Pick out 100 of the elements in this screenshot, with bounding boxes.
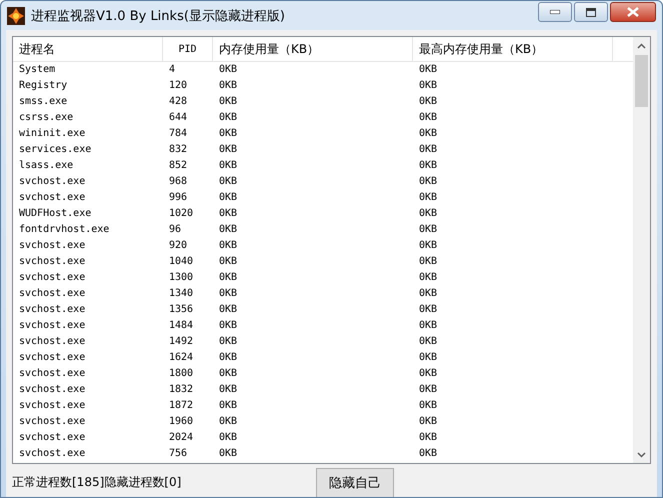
table-cell-text: 644 <box>168 111 188 125</box>
close-icon <box>627 7 639 17</box>
table-cell-text: 0KB <box>218 447 238 461</box>
table-cell-text: 0KB <box>218 207 238 221</box>
table-cell-text: 0KB <box>218 287 238 301</box>
table-cell-text: 0KB <box>418 143 438 157</box>
table-cell-text: 1872 <box>168 399 194 413</box>
column-header[interactable]: 进程名 <box>13 37 163 61</box>
table-cell-text: 96 <box>168 223 182 237</box>
table-cell-text: 4 <box>168 63 176 77</box>
table-cell-text: svchost.exe <box>18 351 86 365</box>
table-cell-text: 0KB <box>418 95 438 109</box>
table-cell-text: 1356 <box>168 303 194 317</box>
table-cell-text: 428 <box>168 95 188 109</box>
table-cell-text: 0KB <box>418 415 438 429</box>
table-cell-text: svchost.exe <box>18 191 86 205</box>
table-cell-text: 0KB <box>418 127 438 141</box>
scrollbar[interactable] <box>633 37 650 463</box>
table-cell-text: 0KB <box>418 367 438 381</box>
table-cell-text: System <box>18 63 56 77</box>
table-cell-text: lsass.exe <box>18 159 74 173</box>
table-cell-text: 1492 <box>168 335 194 349</box>
table-cell-text: wininit.exe <box>18 127 86 141</box>
scroll-down-icon <box>637 452 646 458</box>
table-cell-text: svchost.exe <box>18 383 86 397</box>
table-cell-text: svchost.exe <box>18 415 86 429</box>
table-cell-text: 0KB <box>218 143 238 157</box>
table-cell-text: 1484 <box>168 319 194 333</box>
table-cell-text: 0KB <box>418 431 438 445</box>
table-cell-text: 120 <box>168 79 188 93</box>
app-icon <box>7 6 25 24</box>
table-cell-text: 0KB <box>218 79 238 93</box>
maximize-icon <box>586 8 596 16</box>
column-header[interactable]: 内存使用量（KB） <box>213 37 413 61</box>
table-cell-text: 0KB <box>218 175 238 189</box>
table-cell-text: 0KB <box>418 255 438 269</box>
table-cell-text: 0KB <box>418 447 438 461</box>
table-cell-text: 0KB <box>218 415 238 429</box>
table-cell-text: 0KB <box>218 335 238 349</box>
table-cell-text: svchost.exe <box>18 255 86 269</box>
table-cell-text: 1020 <box>168 207 194 221</box>
table-cell-text: 920 <box>168 239 188 253</box>
close-button[interactable] <box>610 2 656 22</box>
table-cell-text: 0KB <box>418 191 438 205</box>
table-cell-text: 1800 <box>168 367 194 381</box>
table-cell-text: 0KB <box>218 319 238 333</box>
table-cell-text: svchost.exe <box>18 287 86 301</box>
table-cell-text: 0KB <box>218 255 238 269</box>
table-cell-text: csrss.exe <box>18 111 74 125</box>
maximize-button[interactable] <box>574 2 608 22</box>
table-cell-text: 852 <box>168 159 188 173</box>
minimize-icon <box>550 10 560 14</box>
table-cell-text: services.exe <box>18 143 92 157</box>
table-cell-text: svchost.exe <box>18 175 86 189</box>
table-cell-text: 0KB <box>418 319 438 333</box>
table-cell-text: 968 <box>168 175 188 189</box>
table-cell-text: 832 <box>168 143 188 157</box>
table-cell-text: 1300 <box>168 271 194 285</box>
table-cell-text: 756 <box>168 447 188 461</box>
table-cell-text: 0KB <box>418 159 438 173</box>
table-cell-text: svchost.exe <box>18 367 86 381</box>
table-cell-text: 0KB <box>218 303 238 317</box>
table-cell-text: 0KB <box>418 271 438 285</box>
table-cell-text: 0KB <box>218 431 238 445</box>
table-cell-text: fontdrvhost.exe <box>18 223 110 237</box>
table-cell-text: 0KB <box>418 303 438 317</box>
minimize-button[interactable] <box>538 2 572 22</box>
status-text: 正常进程数[185]隐藏进程数[0] <box>12 474 182 491</box>
table-cell-text: svchost.exe <box>18 335 86 349</box>
window-title: 进程监视器V1.0 By Links(显示隐藏进程版) <box>31 8 286 24</box>
table-cell-text: svchost.exe <box>18 239 86 253</box>
table-cell-text: 0KB <box>418 223 438 237</box>
table-cell-text: 0KB <box>218 399 238 413</box>
table-cell-text: 1624 <box>168 351 194 365</box>
table-cell-text: 996 <box>168 191 188 205</box>
table-cell-text: 0KB <box>418 383 438 397</box>
table-cell-text: 784 <box>168 127 188 141</box>
table-cell-text: smss.exe <box>18 95 68 109</box>
column-header[interactable]: 最高内存使用量（KB） <box>413 37 613 61</box>
table-cell-text: 0KB <box>218 223 238 237</box>
table-cell-text: svchost.exe <box>18 399 86 413</box>
table-cell-text: 0KB <box>218 383 238 397</box>
table-cell-text: 0KB <box>218 191 238 205</box>
table-cell-text: 0KB <box>218 95 238 109</box>
table-cell-text: 0KB <box>218 159 238 173</box>
column-header[interactable]: PID <box>163 37 213 61</box>
table-cell-text: svchost.exe <box>18 431 86 445</box>
table-cell-text: 1960 <box>168 415 194 429</box>
table-cell-text: 0KB <box>218 239 238 253</box>
table-cell-text: 0KB <box>418 111 438 125</box>
table-cell-text: 0KB <box>418 399 438 413</box>
scroll-thumb[interactable] <box>635 55 648 107</box>
table-cell-text: 0KB <box>218 271 238 285</box>
table-cell-text: 0KB <box>218 63 238 77</box>
table-cell-text: 1340 <box>168 287 194 301</box>
table-cell-text: 0KB <box>218 127 238 141</box>
hide-self-button[interactable]: 隐藏自己 <box>316 468 394 497</box>
scroll-up-icon <box>637 42 646 48</box>
table-cell-text: Registry <box>18 79 68 93</box>
table-cell-text: 1040 <box>168 255 194 269</box>
